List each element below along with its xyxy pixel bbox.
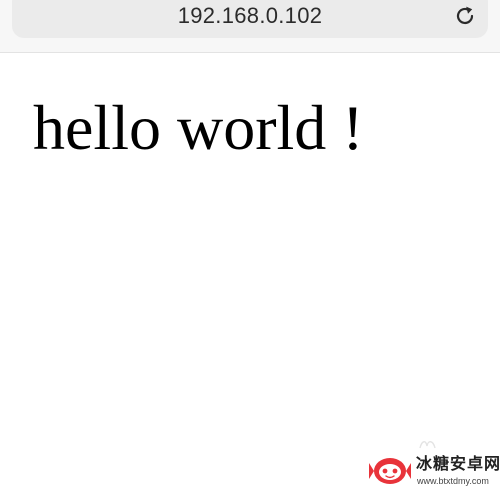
address-bar-area: 192.168.0.102 [0, 0, 500, 53]
reload-icon [456, 6, 474, 25]
candy-logo-icon [369, 458, 411, 484]
watermark-url: www.btxtdmy.com [417, 476, 489, 486]
page-content: hello world ! [0, 53, 500, 494]
watermark: 冰糖安卓网 www.btxtdmy.com [368, 452, 500, 490]
watermark-brand: 冰糖安卓网 [416, 454, 500, 473]
reload-button[interactable] [451, 2, 479, 30]
url-text[interactable]: 192.168.0.102 [0, 2, 500, 30]
watermark-faint-mark [419, 441, 436, 449]
browser-screen: 192.168.0.102 hello world ! 冰糖安卓网 www.bt… [0, 0, 500, 494]
page-heading: hello world ! [33, 92, 364, 163]
